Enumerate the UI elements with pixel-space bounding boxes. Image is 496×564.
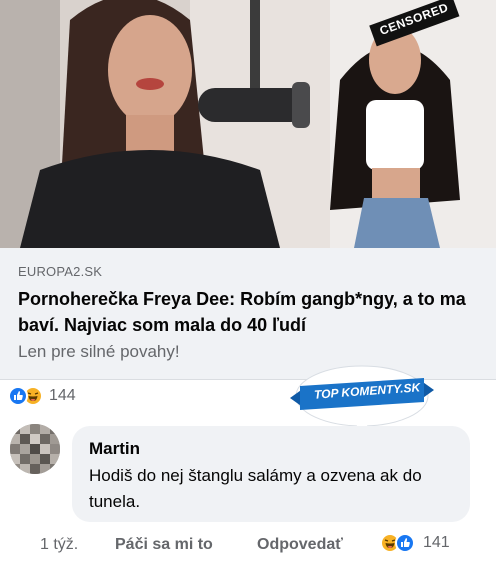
like-icon	[8, 386, 28, 406]
preview-photo	[0, 0, 496, 248]
comment-reactions[interactable]: 141	[380, 533, 450, 553]
avatar[interactable]	[10, 424, 60, 474]
like-icon	[395, 533, 415, 553]
like-button[interactable]: Páči sa mi to	[115, 536, 213, 554]
reply-button[interactable]: Odpovedať	[257, 536, 343, 554]
comment-actions: 1 týž. Páči sa mi to Odpovedať 141	[0, 532, 496, 558]
comment-timestamp[interactable]: 1 týž.	[40, 536, 78, 554]
comment-reaction-count: 141	[423, 534, 450, 551]
link-preview-image[interactable]: CENSORED	[0, 0, 496, 248]
reaction-count: 144	[49, 387, 76, 404]
comment-author[interactable]: Martin	[89, 439, 140, 459]
comment-text: Hodiš do nej štanglu salámy a ozvena ak …	[89, 466, 422, 511]
link-headline[interactable]: Pornoherečka Freya Dee: Robím gangb*ngy,…	[18, 286, 486, 338]
link-domain: EUROPA2.SK	[18, 264, 103, 279]
link-subtitle: Len pre silné povahy!	[18, 342, 180, 361]
post-reactions[interactable]: 144	[8, 384, 76, 408]
